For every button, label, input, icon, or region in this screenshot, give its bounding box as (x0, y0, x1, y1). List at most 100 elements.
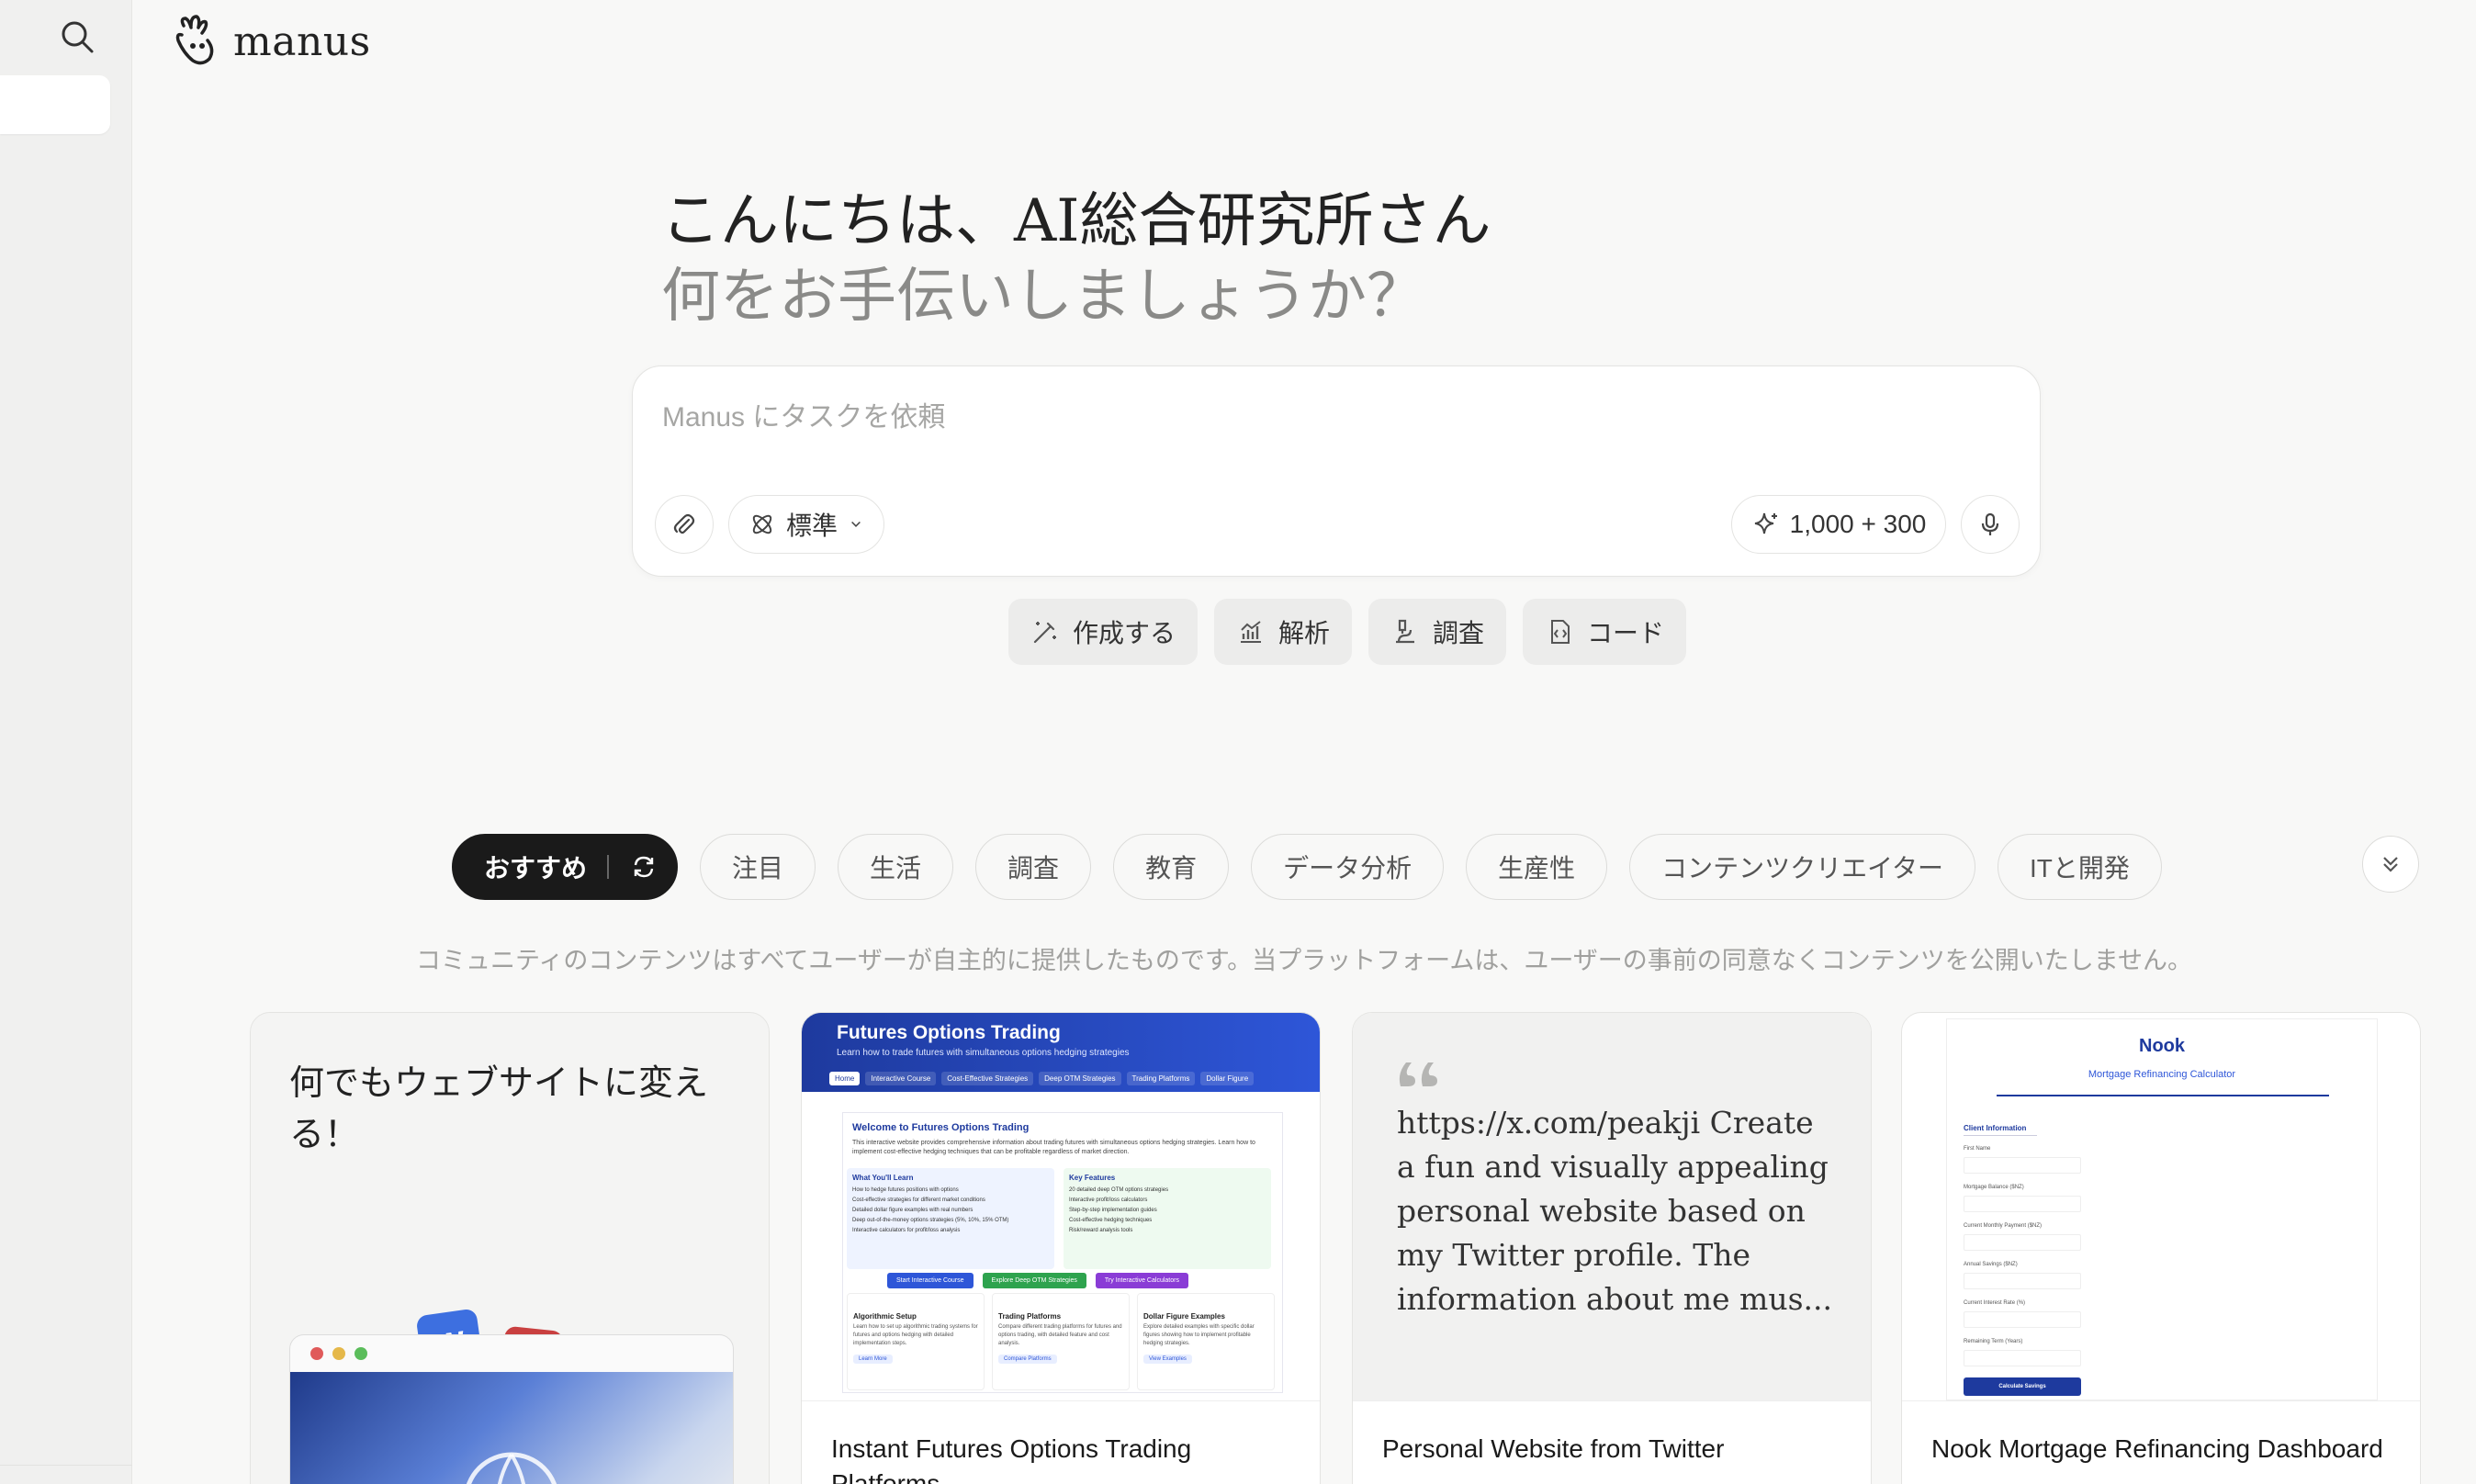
task-input-box[interactable]: Manus にタスクを依頼 標準 1,000 + 300 (632, 365, 2041, 577)
mini-button: Compare Platforms (998, 1355, 1057, 1364)
preview-tab: Dollar Figure (1200, 1072, 1255, 1085)
action-code[interactable]: コード (1523, 599, 1687, 665)
preview-tab: Cost-Effective Strategies (941, 1072, 1034, 1085)
tab-data-analysis[interactable]: データ分析 (1251, 834, 1445, 900)
divider (1997, 1095, 2329, 1096)
action-create-label: 作成する (1073, 619, 1176, 647)
preview-mini-card: Dollar Figure Examples Explore detailed … (1137, 1293, 1275, 1390)
learn-item: Cost-effective strategies for different … (852, 1197, 985, 1203)
mini-text: Compare different trading platforms for … (998, 1324, 1122, 1346)
showcase-card-futures[interactable]: Futures Options Trading Learn how to tra… (801, 1012, 1321, 1484)
window-dot (310, 1347, 323, 1360)
field-label: Remaining Term (Years) (1964, 1339, 2023, 1344)
field-input (1964, 1273, 2081, 1289)
card-caption: Nook Mortgage Refinancing Dashboard (1931, 1434, 2383, 1463)
mini-title: Dollar Figure Examples (1143, 1312, 1225, 1321)
expand-categories-button[interactable] (2362, 836, 2419, 893)
feature-item: Step-by-step implementation guides (1069, 1208, 1157, 1213)
credits-badge[interactable]: 1,000 + 300 (1731, 495, 1946, 554)
browser-window-illustration (289, 1334, 734, 1484)
card-caption: Personal Website from Twitter (1382, 1434, 1725, 1463)
mini-text: Explore detailed examples with specific … (1143, 1324, 1255, 1346)
divider (1964, 1135, 2037, 1136)
microscope-icon (1396, 619, 1415, 644)
app-name: manus (233, 17, 371, 65)
card-preview: Futures Options Trading Learn how to tra… (802, 1013, 1320, 1400)
chevron-down-icon (851, 521, 861, 527)
preview-tab: Home (829, 1072, 861, 1085)
field-input (1964, 1157, 2081, 1174)
learn-item: Interactive calculators for profit/loss … (852, 1228, 961, 1233)
double-chevron-down-icon (2383, 857, 2398, 872)
paperclip-icon (673, 513, 695, 534)
mini-button: Learn More (853, 1355, 893, 1364)
preview-intro: This interactive website provides compre… (852, 1140, 1255, 1155)
showcase-card-twitter[interactable]: https://x.com/peakji Create a fun and vi… (1352, 1012, 1872, 1484)
credits-value: 1,000 + 300 (1789, 510, 1927, 538)
mini-text: Learn how to set up algorithmic trading … (853, 1324, 978, 1346)
showcase-card-nook[interactable]: Nook Mortgage Refinancing Calculator Cli… (1901, 1012, 2421, 1484)
preview-mini-card: Algorithmic Setup Learn how to set up al… (847, 1293, 985, 1390)
category-tabs: おすすめ 注目 生活 調査 教育 データ分析 生産性 コンテンツクリエイター I… (452, 834, 2162, 900)
tab-recommended-label: おすすめ (484, 854, 588, 883)
magic-wand-icon (1033, 622, 1056, 644)
mode-selector[interactable]: 標準 (728, 495, 884, 554)
action-research-label: 調査 (1433, 619, 1485, 647)
tab-life[interactable]: 生活 (838, 834, 954, 900)
code-file-icon (1551, 620, 1570, 644)
mode-label: 標準 (785, 512, 838, 540)
tab-productivity[interactable]: 生産性 (1466, 834, 1608, 900)
mini-title: Trading Platforms (998, 1312, 1062, 1321)
tab-featured[interactable]: 注目 (700, 834, 816, 900)
action-create[interactable]: 作成する (1008, 599, 1199, 665)
greeting-line-1: こんにちは、AI総合研究所さん (661, 187, 1491, 255)
search-icon[interactable] (57, 17, 97, 57)
preview-mini-card: Trading Platforms Compare different trad… (992, 1293, 1130, 1390)
mini-button: View Examples (1143, 1355, 1192, 1364)
sidebar-divider (0, 1465, 132, 1466)
preview-buttons: Start Interactive Course Explore Deep OT… (887, 1273, 1188, 1288)
calculator-preview: Nook Mortgage Refinancing Calculator Cli… (1946, 1018, 2378, 1400)
quote-icon (1399, 1062, 1437, 1086)
field-input (1964, 1196, 2081, 1212)
showcase-card-website[interactable]: 何でもウェブサイトに変える！ P W A X (250, 1012, 770, 1484)
action-analyze-label: 解析 (1278, 619, 1331, 647)
task-input-placeholder[interactable]: Manus にタスクを依頼 (662, 394, 945, 434)
microphone-button[interactable] (1961, 495, 2020, 554)
learn-title: What You'll Learn (852, 1174, 914, 1182)
tab-content-creator[interactable]: コンテンツクリエイター (1629, 834, 1975, 900)
field-label: Annual Savings ($NZ) (1964, 1262, 2018, 1267)
preview-tabs: Home Interactive Course Cost-Effective S… (829, 1072, 1255, 1085)
preview-title: Futures Options Trading (837, 1022, 1061, 1043)
greeting-line-2: 何をお手伝いしましょうか？ (661, 263, 1425, 331)
features-box: Key Features 20 detailed deep OTM option… (1064, 1168, 1271, 1269)
sidebar-selected-item[interactable] (0, 75, 110, 134)
atom-icon (752, 514, 772, 534)
app-logo[interactable]: manus (171, 13, 371, 70)
manus-hand-icon (175, 15, 214, 65)
tab-it-dev[interactable]: ITと開発 (1998, 834, 2162, 900)
chart-icon (1241, 621, 1262, 643)
tab-education[interactable]: 教育 (1113, 834, 1230, 900)
preview-tab: Deep OTM Strategies (1039, 1072, 1121, 1085)
feature-item: Interactive profit/loss calculators (1069, 1197, 1148, 1203)
card-preview: https://x.com/peakji Create a fun and vi… (1353, 1013, 1871, 1400)
attach-button[interactable] (655, 495, 714, 554)
globe-illustration (290, 1372, 733, 1484)
field-label: Current Monthly Payment ($NZ) (1964, 1223, 2043, 1229)
field-label: Mortgage Balance ($NZ) (1964, 1185, 2024, 1190)
divider (1353, 1400, 1871, 1401)
preview-tab: Trading Platforms (1126, 1072, 1196, 1085)
action-research[interactable]: 調査 (1368, 599, 1507, 665)
community-notice: コミュニティのコンテンツはすべてユーザーが自主的に提供したものです。当プラットフ… (415, 947, 2192, 974)
action-analyze[interactable]: 解析 (1214, 599, 1353, 665)
preview-body: Welcome to Futures Options Trading This … (842, 1112, 1283, 1393)
preview-subtitle: Learn how to trade futures with simultan… (837, 1048, 1130, 1058)
learn-item: Detailed dollar figure examples with rea… (852, 1208, 974, 1213)
tab-recommended[interactable]: おすすめ (452, 834, 679, 900)
refresh-icon[interactable] (629, 852, 658, 882)
field-label: First Name (1964, 1146, 1991, 1152)
preview-subtitle: Mortgage Refinancing Calculator (2088, 1069, 2236, 1080)
tab-research[interactable]: 調査 (975, 834, 1092, 900)
divider (1902, 1400, 2420, 1401)
